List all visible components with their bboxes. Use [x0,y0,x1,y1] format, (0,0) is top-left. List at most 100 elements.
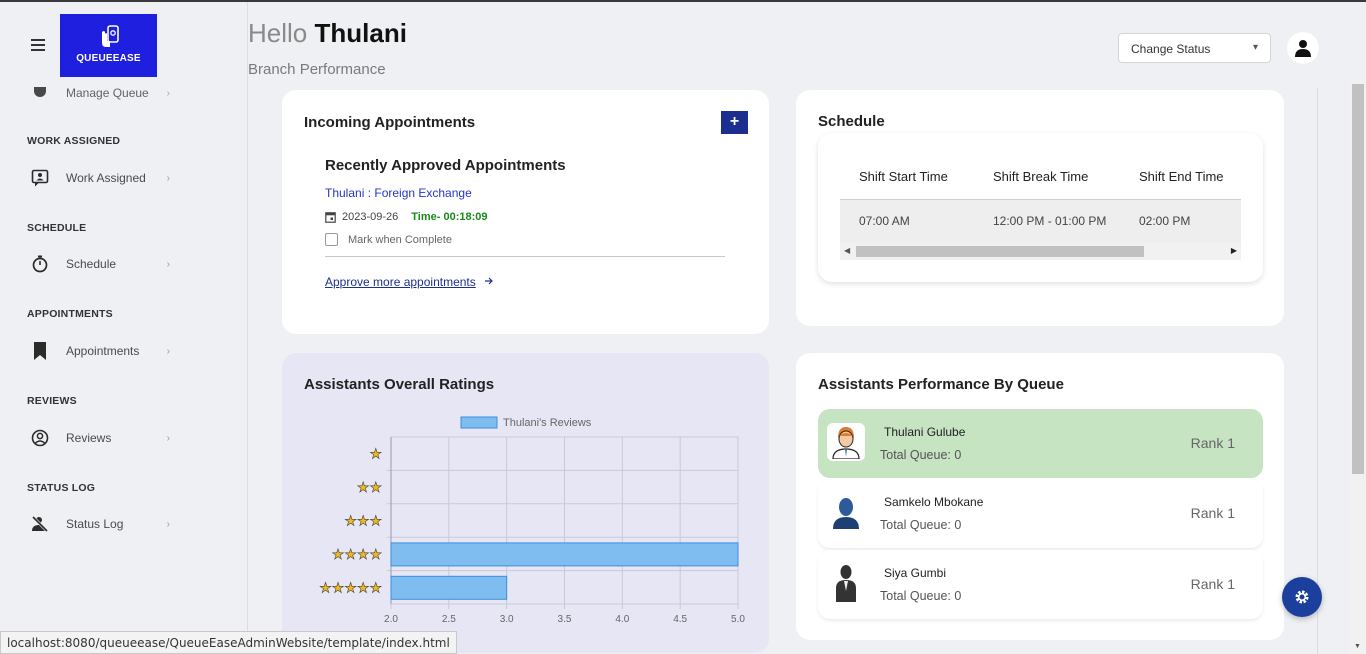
ratings-bar-chart: 2.0 2.5 3.0 3.5 4.0 4.5 5.0★★★★★★★★★★★★★★★Thul… [319,416,745,625]
sidebar-item-appointments[interactable]: Appointments › [30,341,170,361]
y-tick-label: ★★ [357,480,382,496]
appointment-datetime: 2023-09-26 Time- 00:18:09 [325,211,488,223]
assistant-name: Thulani Gulube [884,425,966,439]
approve-more-label: Approve more appointments [325,275,476,289]
sidebar-section-appointments: APPOINTMENTS [27,308,113,320]
content-divider [1317,88,1318,654]
sidebar-section-schedule: SCHEDULE [27,222,87,234]
sidebar-section-reviews: REVIEWS [27,395,77,407]
y-tick-label: ★ [369,447,382,463]
approve-more-link[interactable]: Approve more appointments [325,275,494,289]
sidebar-item-label: Schedule [66,257,117,271]
user-profile-button[interactable] [1287,32,1319,64]
recent-approved-title: Recently Approved Appointments [325,157,566,174]
assistant-name: Samkelo Mbokane [884,495,984,509]
page-scrollbar[interactable]: ▼ [1350,78,1366,654]
cell-shift-start: 07:00 AM [859,214,910,228]
scrollbar-thumb[interactable] [856,246,1144,257]
status-select-value: Change Status [1131,42,1211,56]
sidebar-section-status-log: STATUS LOG [27,482,96,494]
mark-complete-label: Mark when Complete [348,233,452,246]
scroll-down-arrow-icon[interactable]: ▼ [1354,643,1361,650]
person-blue-icon [827,493,865,531]
browser-status-url: localhost:8080/queueease/QueueEaseAdminW… [0,631,457,654]
assistant-rank: Rank 1 [1190,435,1235,451]
scroll-right-arrow-icon[interactable]: ▶ [1231,246,1237,255]
table-row: 07:00 AM 12:00 PM - 01:00 PM 02:00 PM [840,199,1241,243]
assistant-rank: Rank 1 [1190,576,1235,592]
chevron-right-icon: › [166,258,170,270]
schedule-table-header: Shift Start Time Shift Break Time Shift … [840,156,1241,199]
change-status-select[interactable]: Change Status ▾ [1118,33,1271,63]
user-icon [1295,40,1311,57]
queue-device-icon [102,25,119,47]
bookmark-icon [30,341,50,361]
add-appointment-button[interactable]: + [721,111,748,134]
sidebar-item-status-log[interactable]: Status Log › [30,514,170,534]
sidebar-item-label: Status Log [66,517,124,531]
schedule-title: Schedule [818,113,885,130]
assistant-rank: Rank 1 [1190,505,1235,521]
x-tick-label: 4.0 [615,614,629,625]
header-shift-end: Shift End Time [1139,169,1224,184]
scroll-left-arrow-icon[interactable]: ◀ [844,246,850,255]
appointment-link[interactable]: Thulani : Foreign Exchange [325,186,472,200]
incoming-appointments-title: Incoming Appointments [304,114,476,131]
assistant-queue: Total Queue: 0 [880,448,962,462]
sidebar-item-schedule[interactable]: Schedule › [30,254,170,274]
chevron-right-icon: › [166,432,170,444]
sidebar-item-label: Manage Queue [66,86,149,100]
chevron-down-icon: ▾ [1252,42,1258,53]
y-tick-label: ★★★ [344,514,382,530]
x-tick-label: 3.0 [500,614,514,625]
stopwatch-icon [30,254,50,274]
legend-swatch [460,416,498,429]
person-suit-icon [827,564,865,602]
appointment-time: Time- 00:18:09 [411,211,488,223]
calendar-icon [325,212,336,223]
sidebar-item-reviews[interactable]: Reviews › [30,428,170,448]
account-circle-icon [30,428,50,448]
sidebar-item-manage-queue[interactable]: Manage Queue › [30,83,170,103]
chevron-right-icon: › [166,172,170,184]
cell-shift-break: 12:00 PM - 01:00 PM [993,214,1107,228]
assistant-name: Siya Gumbi [884,566,947,580]
list-item[interactable]: Thulani Gulube Total Queue: 0 Rank 1 [818,409,1263,478]
settings-button[interactable] [1282,577,1322,617]
y-tick-label: ★★★★ [332,547,382,563]
page-subtitle: Branch Performance [248,61,386,78]
list-item[interactable]: Samkelo Mbokane Total Queue: 0 Rank 1 [818,479,1263,548]
sidebar-item-label: Work Assigned [66,171,146,185]
sidebar: QUEUEEASE Manage Queue › WORK ASSIGNED W… [0,2,248,654]
mark-complete-checkbox[interactable] [325,233,338,246]
mark-complete-row: Mark when Complete [325,233,452,246]
x-tick-label: 4.5 [673,614,687,625]
arrow-right-icon [484,277,493,284]
table-horizontal-scrollbar[interactable]: ◀ ▶ [840,243,1241,260]
greeting-text: Hello [248,18,308,48]
header-shift-start: Shift Start Time [859,169,948,184]
scrollbar-thumb[interactable] [1352,84,1364,474]
sidebar-item-label: Appointments [66,344,140,358]
list-item[interactable]: Siya Gumbi Total Queue: 0 Rank 1 [818,550,1263,619]
brand-logo[interactable]: QUEUEEASE [60,14,157,77]
hamburger-menu-icon[interactable] [31,39,45,51]
header-shift-break: Shift Break Time [993,169,1089,184]
x-tick-label: 2.0 [384,614,398,625]
legend-label: Thulani's Reviews [503,417,592,429]
bar [390,542,739,567]
y-tick-label: ★★★★★ [319,580,382,596]
sidebar-item-label: Reviews [66,431,112,445]
bar [390,575,508,600]
person-off-icon [30,514,50,534]
divider [325,256,725,257]
sidebar-section-work-assigned: WORK ASSIGNED [27,135,121,147]
brand-name: QUEUEEASE [76,53,141,64]
cell-shift-end: 02:00 PM [1139,214,1191,228]
x-tick-label: 5.0 [731,614,745,625]
chevron-right-icon: › [166,518,170,530]
gear-icon [1295,590,1309,604]
x-tick-label: 2.5 [442,614,456,625]
assistant-queue: Total Queue: 0 [880,518,962,532]
sidebar-item-work-assigned[interactable]: Work Assigned › [30,168,170,188]
